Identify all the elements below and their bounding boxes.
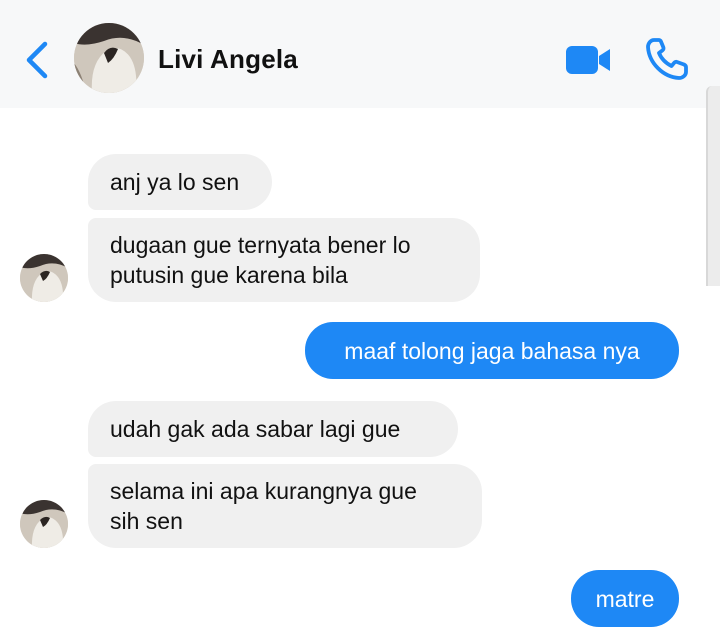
back-button[interactable] <box>20 38 54 82</box>
avatar-photo <box>74 23 144 93</box>
avatar-photo <box>20 500 68 548</box>
incoming-message[interactable]: udah gak ada sabar lagi gue <box>88 401 458 457</box>
chat-header: Livi Angela <box>0 0 720 108</box>
contact-avatar[interactable] <box>74 23 144 93</box>
avatar-photo <box>20 254 68 302</box>
message-text: udah gak ada sabar lagi gue <box>110 416 401 442</box>
outgoing-message[interactable]: maaf tolong jaga bahasa nya <box>305 322 679 379</box>
voice-call-button[interactable] <box>644 36 690 82</box>
chevron-left-icon <box>26 41 48 79</box>
message-text: selama ini apa kurangnya gue sih sen <box>110 478 417 534</box>
scrollbar[interactable] <box>706 86 720 286</box>
outgoing-message[interactable]: matre <box>571 570 679 627</box>
contact-avatar-small[interactable] <box>20 254 68 302</box>
video-camera-icon <box>566 46 610 74</box>
incoming-message[interactable]: selama ini apa kurangnya gue sih sen <box>88 464 482 548</box>
contact-avatar-small[interactable] <box>20 500 68 548</box>
message-text: dugaan gue ternyata bener lo putusin gue… <box>110 232 411 288</box>
incoming-message[interactable]: dugaan gue ternyata bener lo putusin gue… <box>88 218 480 302</box>
video-call-button[interactable] <box>562 40 614 80</box>
contact-name[interactable]: Livi Angela <box>158 44 298 75</box>
phone-icon <box>646 38 688 80</box>
message-text: anj ya lo sen <box>110 169 240 195</box>
message-text: maaf tolong jaga bahasa nya <box>344 337 640 364</box>
message-text: matre <box>595 585 655 612</box>
incoming-message[interactable]: anj ya lo sen <box>88 154 272 210</box>
